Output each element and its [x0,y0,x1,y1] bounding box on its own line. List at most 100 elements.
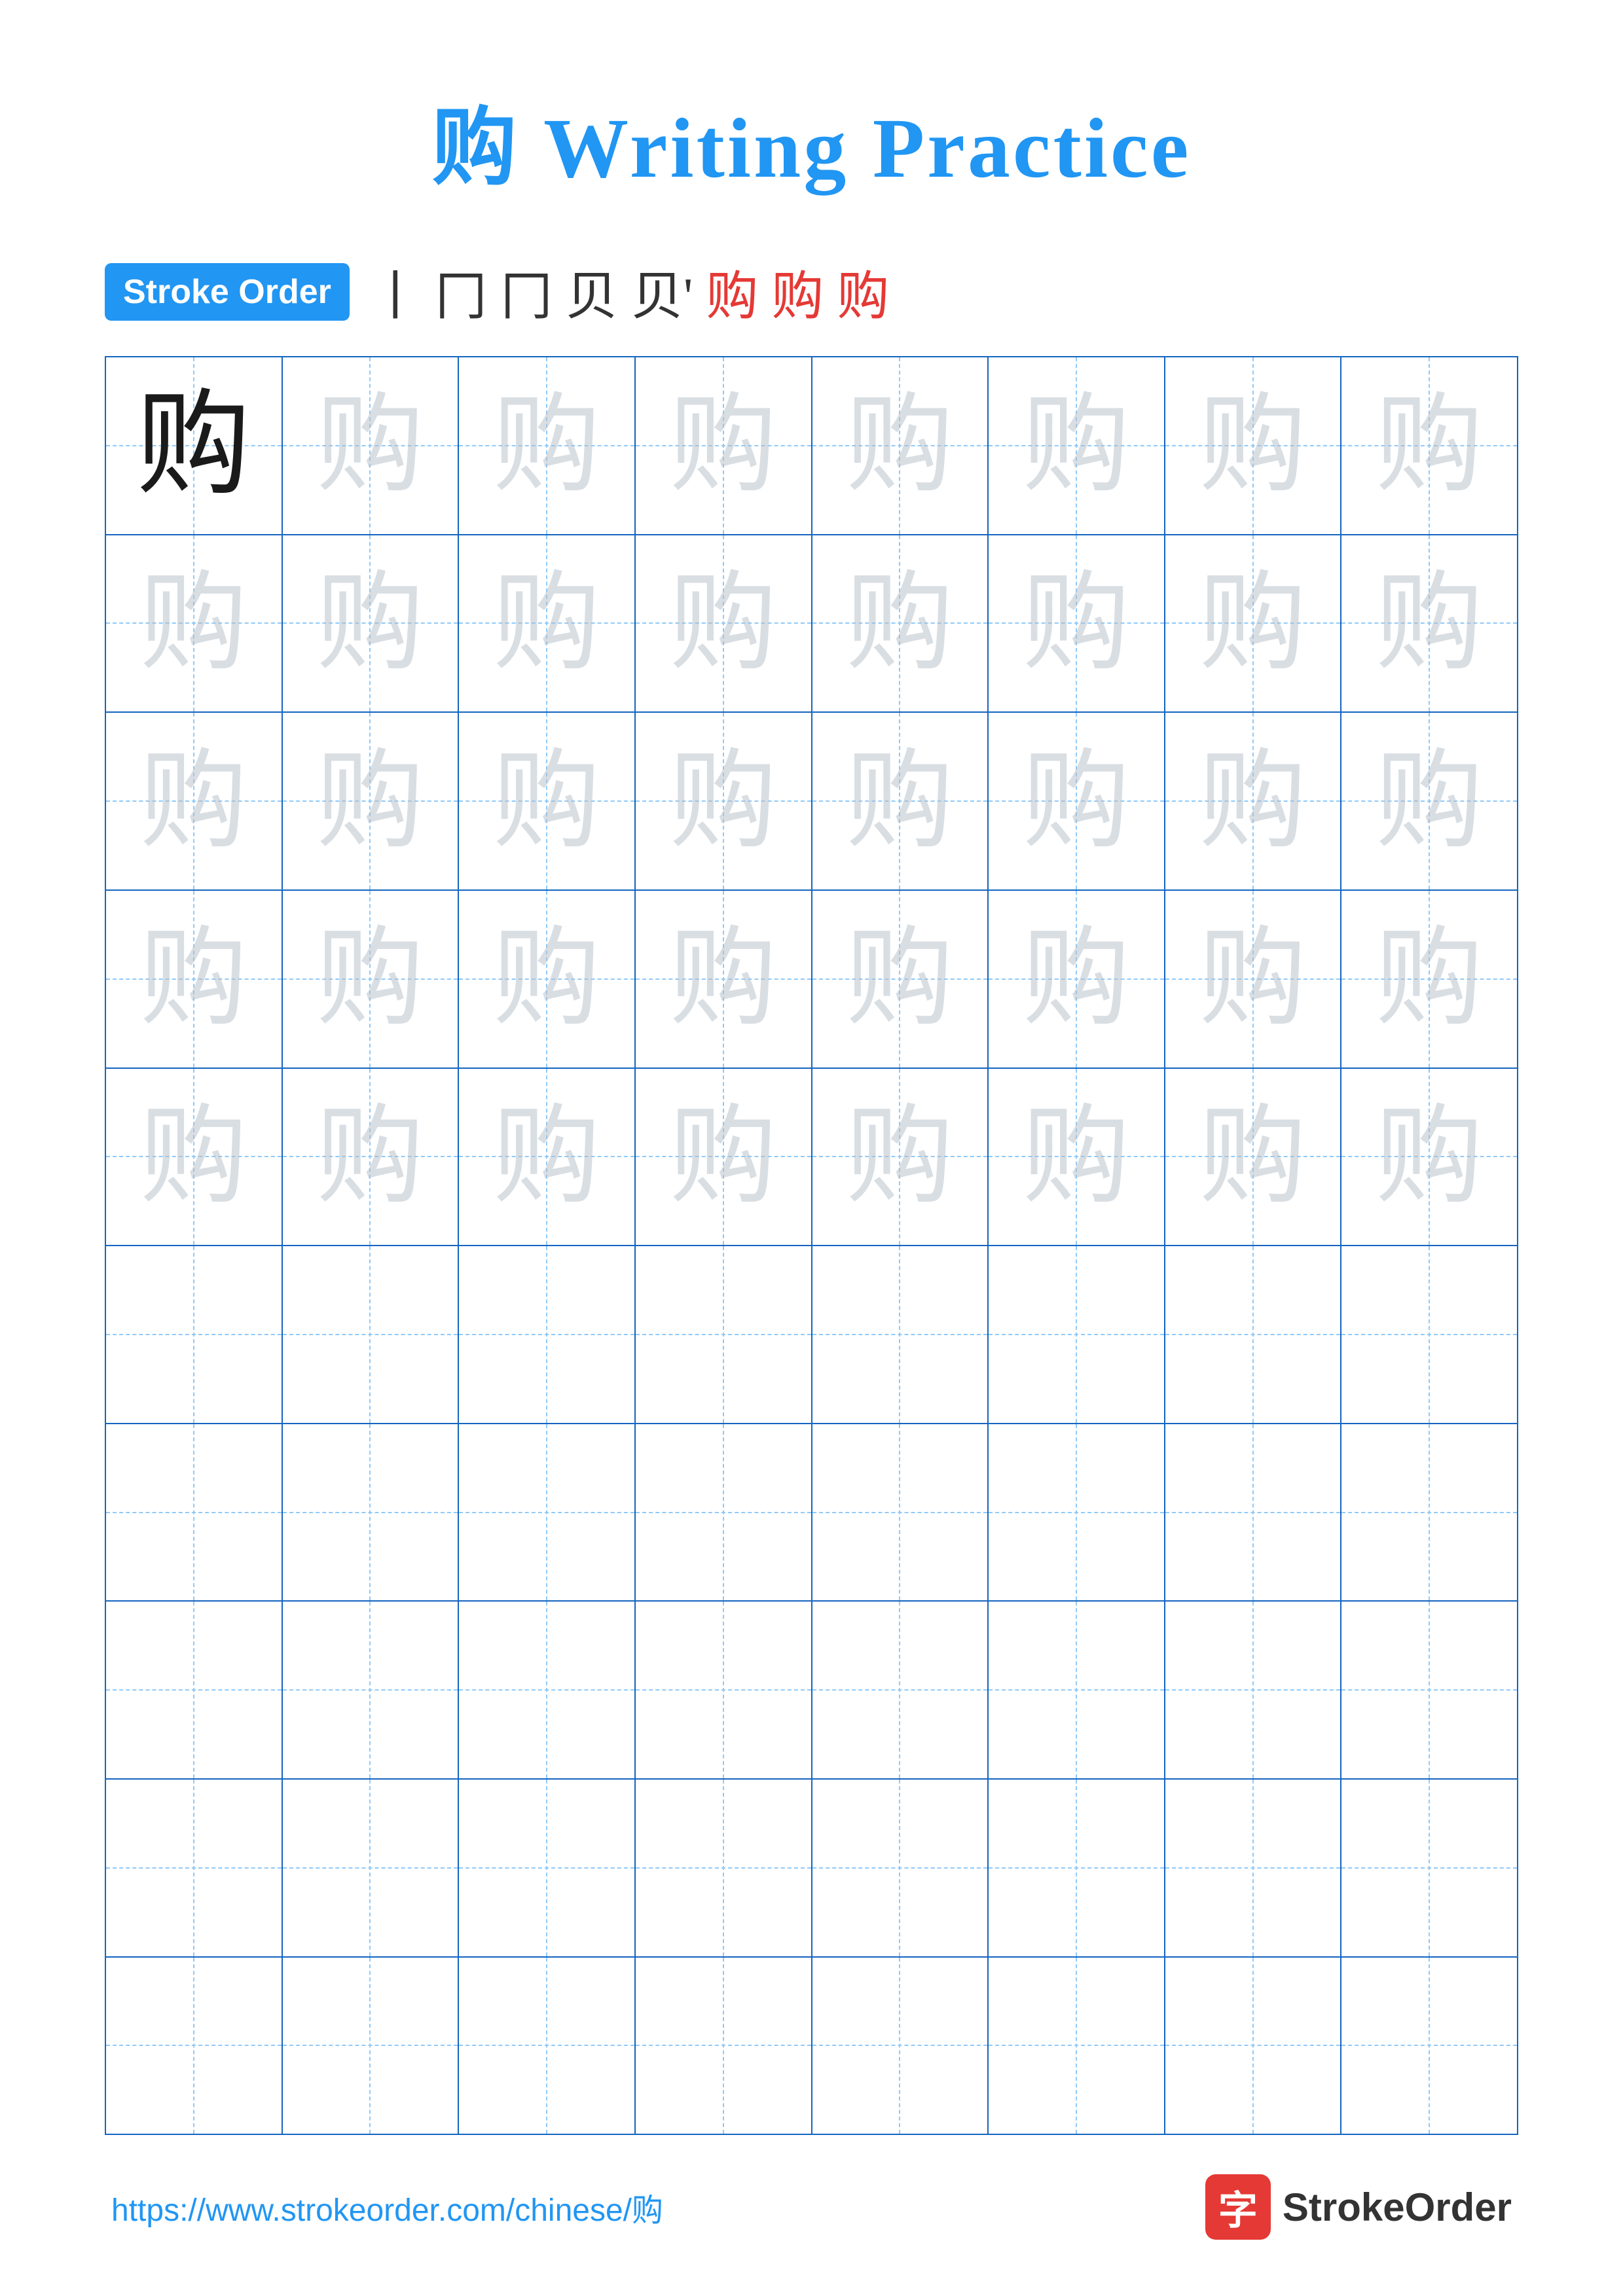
stroke-sequence: 丨 冂 冂 贝 贝' 购 购 购 [369,254,889,330]
page-title: 购 Writing Practice [432,79,1192,202]
grid-cell[interactable]: 购 [989,357,1165,534]
grid-cell[interactable] [1165,1958,1342,2134]
grid-cell[interactable] [283,1958,460,2134]
brand-name: StrokeOrder [1283,2185,1512,2230]
grid-cell[interactable]: 购 [636,1069,812,1246]
grid-cell[interactable] [989,1780,1165,1956]
grid-cell[interactable] [812,1602,989,1778]
grid-cell[interactable] [636,1958,812,2134]
grid-cell[interactable]: 购 [1165,357,1342,534]
grid-cell[interactable]: 购 [636,713,812,889]
practice-grid: 购购购购购购购购购购购购购购购购购购购购购购购购购购购购购购购购购购购购购购购购 [105,356,1518,2135]
grid-cell[interactable] [812,1958,989,2134]
grid-cell[interactable]: 购 [283,357,460,534]
grid-cell[interactable]: 购 [989,535,1165,712]
grid-cell[interactable]: 购 [459,713,636,889]
grid-cell[interactable]: 购 [283,535,460,712]
stroke-2: 冂 [435,254,487,330]
grid-cell[interactable] [283,1424,460,1601]
grid-cell[interactable] [1341,1424,1517,1601]
grid-cell[interactable]: 购 [636,891,812,1067]
grid-cell[interactable] [636,1602,812,1778]
grid-cell[interactable] [1165,1602,1342,1778]
grid-cell[interactable]: 购 [459,357,636,534]
grid-cell[interactable]: 购 [283,891,460,1067]
stroke-6: 购 [706,254,758,330]
grid-cell[interactable] [1165,1780,1342,1956]
grid-cell[interactable] [1165,1246,1342,1423]
grid-cell[interactable]: 购 [106,713,283,889]
footer-brand: 字 StrokeOrder [1205,2174,1512,2240]
grid-cell[interactable] [812,1246,989,1423]
grid-cell[interactable]: 购 [459,891,636,1067]
grid-cell[interactable] [989,1602,1165,1778]
grid-cell[interactable]: 购 [106,535,283,712]
grid-cell[interactable]: 购 [1341,713,1517,889]
grid-cell[interactable] [459,1602,636,1778]
grid-cell[interactable]: 购 [812,357,989,534]
grid-cell[interactable]: 购 [636,535,812,712]
grid-cell[interactable]: 购 [1341,1069,1517,1246]
grid-cell[interactable]: 购 [1341,357,1517,534]
grid-cell[interactable] [989,1424,1165,1601]
grid-cell[interactable]: 购 [989,891,1165,1067]
grid-cell[interactable]: 购 [283,713,460,889]
grid-cell[interactable]: 购 [989,713,1165,889]
grid-cell[interactable] [283,1602,460,1778]
grid-cell[interactable]: 购 [812,713,989,889]
grid-cell[interactable] [1165,1424,1342,1601]
grid-cell[interactable]: 购 [106,891,283,1067]
grid-cell[interactable]: 购 [106,357,283,534]
grid-cell[interactable]: 购 [459,1069,636,1246]
grid-cell[interactable]: 购 [812,891,989,1067]
grid-row [106,1424,1517,1602]
grid-cell[interactable] [106,1780,283,1956]
grid-cell[interactable] [636,1780,812,1956]
grid-cell[interactable] [106,1246,283,1423]
grid-cell[interactable] [283,1246,460,1423]
grid-cell[interactable] [1341,1780,1517,1956]
stroke-7: 购 [771,254,824,330]
grid-cell[interactable]: 购 [459,535,636,712]
grid-cell[interactable]: 购 [1341,891,1517,1067]
grid-cell[interactable] [1341,1246,1517,1423]
page: 购 Writing Practice Stroke Order 丨 冂 冂 贝 … [0,0,1623,2296]
grid-cell[interactable]: 购 [283,1069,460,1246]
grid-cell[interactable]: 购 [989,1069,1165,1246]
grid-cell[interactable] [106,1424,283,1601]
grid-cell[interactable] [989,1246,1165,1423]
grid-cell[interactable]: 购 [1165,535,1342,712]
grid-row: 购购购购购购购购 [106,713,1517,891]
grid-cell[interactable]: 购 [1165,713,1342,889]
grid-cell[interactable] [636,1246,812,1423]
grid-cell[interactable] [812,1780,989,1956]
grid-cell[interactable] [989,1958,1165,2134]
grid-cell[interactable] [636,1424,812,1601]
grid-cell[interactable] [1341,1958,1517,2134]
stroke-1: 丨 [369,254,422,330]
grid-cell[interactable]: 购 [106,1069,283,1246]
stroke-4: 贝 [566,254,618,330]
grid-row: 购购购购购购购购 [106,535,1517,713]
grid-cell[interactable] [283,1780,460,1956]
grid-cell[interactable] [106,1958,283,2134]
grid-cell[interactable] [459,1424,636,1601]
grid-cell[interactable]: 购 [812,1069,989,1246]
grid-cell[interactable] [459,1958,636,2134]
grid-cell[interactable] [812,1424,989,1601]
grid-cell[interactable] [459,1780,636,1956]
grid-cell[interactable] [1341,1602,1517,1778]
stroke-order-row: Stroke Order 丨 冂 冂 贝 贝' 购 购 购 [105,254,1518,330]
grid-row: 购购购购购购购购 [106,357,1517,535]
grid-cell[interactable]: 购 [812,535,989,712]
grid-cell[interactable]: 购 [1341,535,1517,712]
grid-row [106,1246,1517,1424]
grid-row [106,1958,1517,2134]
grid-cell[interactable]: 购 [1165,1069,1342,1246]
grid-row: 购购购购购购购购 [106,1069,1517,1247]
grid-row [106,1602,1517,1780]
grid-cell[interactable]: 购 [636,357,812,534]
grid-cell[interactable] [106,1602,283,1778]
grid-cell[interactable] [459,1246,636,1423]
grid-cell[interactable]: 购 [1165,891,1342,1067]
